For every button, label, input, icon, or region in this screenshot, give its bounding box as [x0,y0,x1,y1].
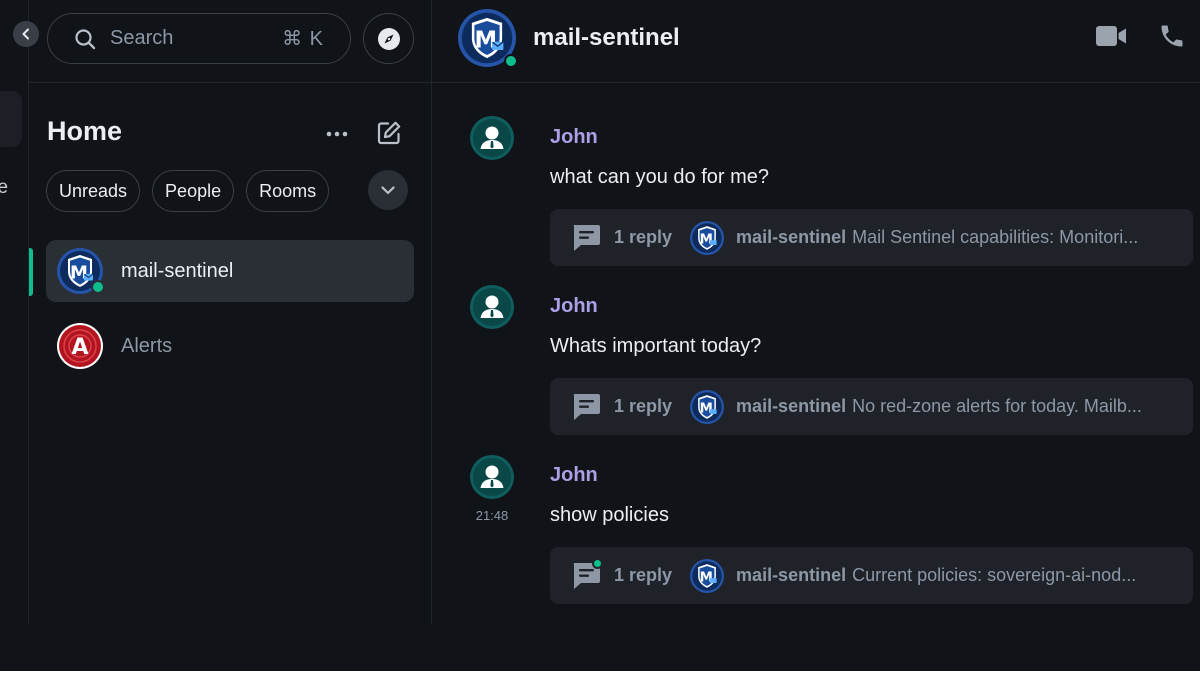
thread-summary[interactable]: 1 reply M mail-sentinel Mail Sentinel ca… [550,209,1193,266]
room-name: mail-sentinel [121,259,234,282]
compass-icon [377,27,400,50]
user-avatar-icon [470,285,514,329]
thread-icon [570,557,603,590]
room-header-avatar[interactable]: M [458,9,518,68]
thread-summary[interactable]: 1 reply M mail-sentinel No red-zone aler… [550,378,1193,435]
space-tile[interactable] [0,91,22,147]
avatar: M [57,248,105,294]
thread-icon [570,393,602,421]
thread-preview: Mail Sentinel capabilities: Monitori... [852,227,1139,247]
search-icon [75,28,96,49]
thread-summary[interactable]: 1 reply M mail-sentinel Current policies… [550,547,1193,604]
voice-call-button[interactable] [1158,22,1186,55]
screen-bottom-edge [0,671,1200,675]
thread-last-sender: mail-sentinel [736,227,847,247]
chevron-down-icon [381,185,395,194]
thread-bubble-icon [573,224,600,251]
explore-rooms-button[interactable] [363,13,414,64]
more-dots-icon [326,131,348,137]
collapse-rail-button[interactable] [13,21,39,47]
space-rail: ce [0,0,29,624]
svg-text:M: M [700,401,713,416]
search-placeholder: Search [110,27,174,49]
space-label-partial: ce [0,177,9,198]
thread-icon [570,224,602,252]
svg-text:M: M [700,570,713,585]
filter-people[interactable]: People [152,170,235,212]
thread-reply-count: 1 reply [614,565,673,585]
shield-m-icon: M [690,558,725,593]
compose-icon [377,121,401,145]
room-item-mail-sentinel[interactable]: M mail-sentinel [46,240,414,302]
thread-preview: Current policies: sovereign-ai-nod... [852,565,1137,585]
room-item-alerts[interactable]: A Alerts [46,315,414,377]
message-sender[interactable]: John [550,126,598,149]
thread-reply-count: 1 reply [614,227,673,247]
shield-m-icon: M [690,220,725,255]
filter-unreads[interactable]: Unreads [46,170,141,212]
thread-last-sender: mail-sentinel [736,396,847,416]
thread-preview: No red-zone alerts for today. Mailb... [852,396,1142,416]
active-room-indicator [29,248,33,296]
svg-text:M: M [700,232,713,247]
thread-unread-dot [592,557,603,569]
message-body: show policies [550,504,669,526]
thread-last-sender: mail-sentinel [736,565,847,585]
message-body: what can you do for me? [550,166,770,188]
room-name: Alerts [121,334,173,357]
online-status-dot [504,54,518,68]
filter-rooms[interactable]: Rooms [246,170,330,212]
room-options-button[interactable] [325,122,349,146]
message-sender[interactable]: John [550,464,598,487]
user-avatar-icon [470,455,514,499]
chevron-left-icon [22,28,29,40]
thread-bubble-icon [573,393,600,420]
user-avatar-icon [470,116,514,160]
message-body: Whats important today? [550,335,762,357]
room-view: M mail-sentinel John what can you do for… [432,0,1200,624]
alerts-avatar-icon: A [57,323,103,369]
sender-avatar[interactable] [470,455,514,499]
compose-button[interactable] [376,120,402,146]
search-input[interactable]: Search ⌘ K [47,13,351,64]
video-camera-icon [1096,26,1126,46]
expand-filters-button[interactable] [368,170,408,210]
phone-icon [1161,25,1183,47]
room-list-panel: Search ⌘ K Home Unreads People Rooms M m… [29,0,432,624]
svg-text:A: A [71,335,88,360]
message-timestamp: 21:48 [475,508,509,523]
avatar: M [458,9,518,68]
header-divider [29,82,432,83]
avatar: A [57,323,103,369]
home-title: Home [47,116,123,146]
sender-avatar[interactable] [470,285,514,329]
online-status-dot [91,280,105,294]
room-title[interactable]: mail-sentinel [533,24,680,52]
room-filters: Unreads People Rooms [46,170,330,212]
video-call-button[interactable] [1095,24,1127,53]
message-sender[interactable]: John [550,295,598,318]
shield-m-icon: M [690,389,725,424]
app-window: ce Search ⌘ K Home [0,0,1200,675]
search-shortcut: ⌘ K [282,28,324,50]
thread-reply-count: 1 reply [614,396,673,416]
header-divider [432,82,1200,83]
sender-avatar[interactable] [470,116,514,160]
